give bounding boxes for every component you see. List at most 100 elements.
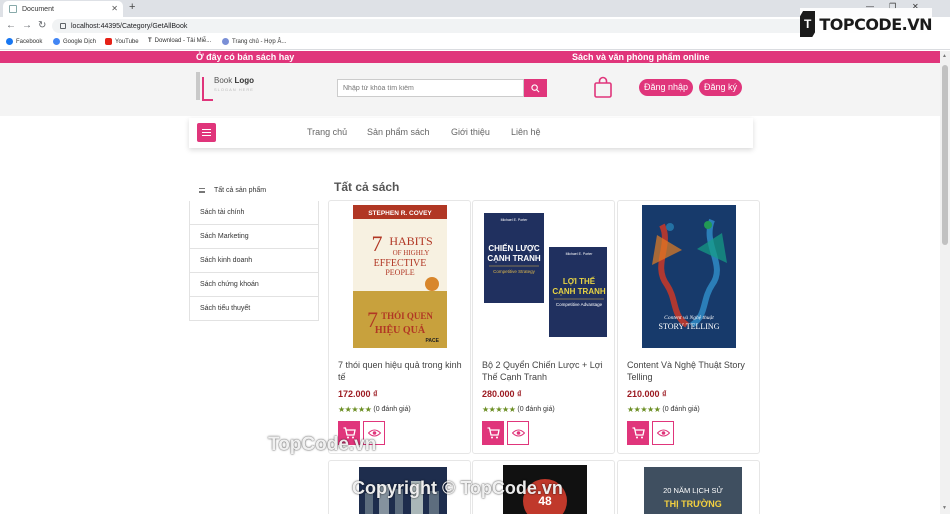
book-cover-porter-set[interactable]: Michael E. Porter CHIẾN LƯỢC CẠNH TRANH …	[483, 211, 607, 339]
rating: ★★★★★ (0 đánh giá)	[627, 405, 700, 414]
review-count: (0 đánh giá)	[517, 406, 555, 413]
youtube-icon	[105, 38, 112, 45]
topcode-logo-icon: T	[800, 11, 816, 37]
book-cover-storytelling[interactable]: Content và Nghệ thuật STORY TELLING	[642, 205, 736, 348]
list-icon	[199, 188, 205, 193]
cart-icon	[487, 427, 500, 439]
product-title[interactable]: Bộ 2 Quyển Chiến Lược + Lợi Thế Cạnh Tra…	[482, 359, 610, 383]
close-tab-icon[interactable]: ✕	[111, 4, 118, 13]
add-to-cart-button[interactable]	[482, 421, 504, 445]
logo-name-2: Logo	[234, 76, 255, 85]
reload-icon[interactable]: ↻	[38, 20, 46, 31]
register-button[interactable]: Đăng ký	[699, 79, 743, 96]
eye-icon	[511, 429, 525, 437]
browser-tab[interactable]: Document ✕	[3, 1, 123, 17]
cart-icon	[632, 427, 645, 439]
star-icons: ★★★★★	[338, 405, 372, 414]
svg-text:CẠNH TRANH: CẠNH TRANH	[487, 254, 541, 263]
product-card[interactable]: STEPHEN R. COVEY 7 HABITS OF HIGHLY EFFE…	[328, 200, 471, 454]
product-card[interactable]: 20 NĂM LỊCH SỬ THỊ TRƯỜNG	[617, 460, 760, 514]
svg-text:20 NĂM LỊCH SỬ: 20 NĂM LỊCH SỬ	[663, 486, 723, 495]
product-card[interactable]: Content và Nghệ thuật STORY TELLING Cont…	[617, 200, 760, 454]
sidebar-item-marketing[interactable]: Sách Marketing	[189, 225, 319, 249]
nav-contact[interactable]: Liên hệ	[511, 127, 541, 137]
login-button[interactable]: Đăng nhập	[639, 79, 694, 96]
shopping-bag-icon[interactable]	[594, 76, 612, 98]
site-logo[interactable]: Book Logo SLOGAN HERE	[196, 72, 255, 101]
lock-icon	[60, 23, 66, 29]
sidebar-item-stocks[interactable]: Sách chứng khoán	[189, 273, 319, 297]
star-icons: ★★★★★	[482, 405, 516, 414]
menu-icon[interactable]	[197, 123, 216, 142]
svg-text:Content và Nghệ thuật: Content và Nghệ thuật	[664, 315, 714, 321]
product-title[interactable]: 7 thói quen hiệu quả trong kinh tế	[338, 359, 466, 383]
svg-text:HIỆU QUẢ: HIỆU QUẢ	[375, 323, 426, 336]
search-icon	[531, 83, 540, 92]
product-title[interactable]: Content Và Nghệ Thuật Story Telling	[627, 359, 755, 383]
search-bar	[337, 79, 547, 97]
sidebar-header[interactable]: Tất cả sản phẩm	[189, 180, 319, 201]
google-translate-icon	[53, 38, 60, 45]
page-icon	[9, 5, 17, 13]
book-logo-icon	[196, 72, 213, 101]
scrollbar-thumb[interactable]	[942, 65, 948, 245]
bookmark-google-translate[interactable]: Google Dịch	[53, 38, 96, 45]
book-cover[interactable]: 20 NĂM LỊCH SỬ THỊ TRƯỜNG	[644, 467, 742, 514]
bookmark-download[interactable]: T Download - Tải Miễ...	[148, 38, 211, 44]
svg-text:CHIẾN LƯỢC: CHIẾN LƯỢC	[488, 243, 539, 253]
book-cover-7-habits[interactable]: STEPHEN R. COVEY 7 HABITS OF HIGHLY EFFE…	[353, 205, 447, 348]
bookmark-trang-chu[interactable]: Trang chủ - Hợp Â...	[222, 38, 286, 45]
new-tab-button[interactable]: +	[129, 1, 135, 13]
sidebar-item-finance[interactable]: Sách tài chính	[189, 201, 319, 225]
url-text: localhost:44395/Category/GetAllBook	[71, 22, 188, 30]
svg-text:THỊ TRƯỜNG: THỊ TRƯỜNG	[664, 498, 722, 509]
svg-text:PACE: PACE	[425, 338, 439, 344]
bookmark-facebook[interactable]: Facebook	[6, 38, 42, 45]
svg-text:HABITS: HABITS	[389, 234, 432, 248]
back-icon[interactable]: ←	[6, 20, 16, 31]
main-navbar: Trang chủ Sản phẩm sách Giới thiệu Liên …	[189, 118, 753, 148]
site-icon	[222, 38, 229, 45]
product-price: 280.000 ₫	[482, 389, 522, 399]
sidebar-item-novels[interactable]: Sách tiểu thuyết	[189, 297, 319, 321]
tab-title: Document	[22, 5, 54, 13]
svg-text:OF HIGHLY: OF HIGHLY	[393, 249, 430, 257]
nav-about[interactable]: Giới thiệu	[451, 127, 490, 137]
product-price: 210.000 ₫	[627, 389, 667, 399]
t-icon: T	[148, 38, 152, 44]
logo-slogan: SLOGAN HERE	[214, 87, 254, 92]
quick-view-button[interactable]	[652, 421, 674, 445]
product-card[interactable]: Michael E. Porter CHIẾN LƯỢC CẠNH TRANH …	[472, 200, 615, 454]
svg-text:STEPHEN R. COVEY: STEPHEN R. COVEY	[368, 210, 432, 217]
svg-text:CẠNH TRANH: CẠNH TRANH	[552, 287, 606, 296]
page-scrollbar[interactable]: ▲ ▼	[940, 51, 950, 514]
review-count: (0 đánh giá)	[373, 406, 411, 413]
scroll-down-icon[interactable]: ▼	[942, 505, 947, 511]
quick-view-button[interactable]	[507, 421, 529, 445]
watermark-top: TopCode.vn	[268, 434, 377, 455]
svg-text:THÓI QUEN: THÓI QUEN	[381, 311, 433, 321]
sidebar-item-business[interactable]: Sách kinh doanh	[189, 249, 319, 273]
forward-icon[interactable]: →	[22, 20, 32, 31]
watermark-bottom: Copyright © TopCode.vn	[352, 478, 563, 498]
section-title: Tất cả sách	[334, 180, 400, 194]
search-input[interactable]	[337, 79, 524, 97]
search-button[interactable]	[524, 79, 547, 97]
svg-text:Competitive Strategy: Competitive Strategy	[493, 269, 536, 274]
rating: ★★★★★ (0 đánh giá)	[338, 405, 411, 414]
star-icons: ★★★★★	[627, 405, 661, 414]
promo-bar: Ở đây có bán sách hay Sách và văn phòng …	[0, 51, 940, 63]
bookmark-youtube[interactable]: YouTube	[105, 38, 139, 45]
scroll-up-icon[interactable]: ▲	[942, 53, 947, 59]
product-price: 172.000 ₫	[338, 389, 378, 399]
promo-left: Ở đây có bán sách hay	[196, 52, 295, 62]
svg-text:Competitive Advantage: Competitive Advantage	[556, 302, 603, 307]
nav-books[interactable]: Sản phẩm sách	[367, 127, 430, 137]
nav-home[interactable]: Trang chủ	[307, 127, 347, 137]
add-to-cart-button[interactable]	[627, 421, 649, 445]
category-sidebar: Tất cả sản phẩm Sách tài chính Sách Mark…	[189, 180, 319, 321]
svg-text:Michael E. Porter: Michael E. Porter	[566, 252, 594, 256]
svg-text:PEOPLE: PEOPLE	[385, 268, 414, 277]
rating: ★★★★★ (0 đánh giá)	[482, 405, 555, 414]
logo-name-1: Book	[214, 76, 233, 85]
